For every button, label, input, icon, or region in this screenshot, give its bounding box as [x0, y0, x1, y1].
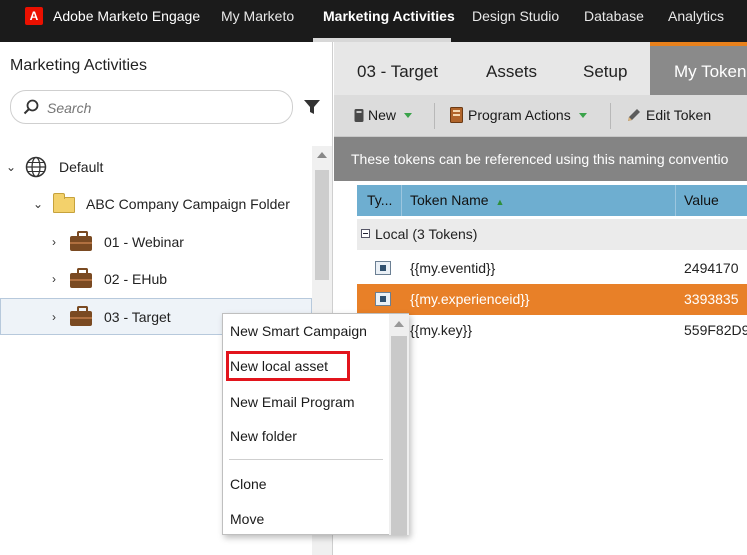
menu-item-new-email-program[interactable]: New Email Program: [230, 394, 354, 410]
dropdown-arrow-icon: [578, 112, 587, 118]
group-label: Local (3 Tokens): [375, 226, 478, 242]
column-label: Token Name: [410, 192, 489, 208]
brand[interactable]: A Adobe Marketo Engage: [25, 6, 200, 26]
tree-item-ehub[interactable]: › 02 - EHub: [0, 262, 312, 296]
collapse-group-icon[interactable]: [361, 229, 370, 238]
menu-item-new-folder[interactable]: New folder: [230, 428, 297, 444]
column-value-header[interactable]: Value: [684, 192, 719, 208]
tree-item-label: ABC Company Campaign Folder: [86, 196, 290, 212]
token-type-icon: [375, 292, 391, 306]
highlight-annotation: [226, 351, 350, 381]
chevron-down-icon[interactable]: ⌄: [6, 160, 16, 174]
tree-item-label: 02 - EHub: [104, 271, 168, 287]
chevron-down-icon[interactable]: ⌄: [33, 197, 43, 211]
edit-token-button[interactable]: Edit Token: [626, 107, 711, 123]
chevron-right-icon[interactable]: ›: [52, 272, 56, 286]
group-row-local[interactable]: Local (3 Tokens): [357, 219, 747, 250]
nav-marketing-activities[interactable]: Marketing Activities: [323, 8, 455, 24]
dropdown-arrow-icon: [404, 112, 413, 118]
column-divider: [401, 185, 402, 216]
scroll-thumb[interactable]: [391, 336, 407, 535]
pencil-icon: [628, 109, 640, 121]
program-icon: [70, 306, 92, 326]
brand-name: Adobe Marketo Engage: [53, 8, 201, 24]
info-banner: These tokens can be referenced using thi…: [334, 137, 747, 181]
column-token-name-header[interactable]: Token Name ▲: [410, 192, 504, 208]
menu-item-move[interactable]: Move: [230, 511, 264, 527]
scroll-thumb[interactable]: [315, 170, 329, 280]
token-name: {{my.experienceid}}: [410, 291, 530, 307]
tab-bar: 03 - Target Assets Setup My Token: [334, 42, 747, 95]
token-name: {{my.key}}: [410, 322, 473, 338]
tab-label: My Token: [674, 62, 747, 81]
context-menu: New Smart Campaign New local asset New E…: [222, 313, 409, 535]
nav-database[interactable]: Database: [584, 8, 644, 24]
token-value: 3393835: [684, 291, 739, 307]
tree-item-webinar[interactable]: › 01 - Webinar: [0, 225, 312, 259]
tab-setup[interactable]: Setup: [583, 62, 627, 82]
new-label: New: [368, 107, 397, 123]
menu-item-clone[interactable]: Clone: [230, 476, 267, 492]
sort-ascending-icon: ▲: [495, 197, 505, 207]
chevron-right-icon[interactable]: ›: [52, 310, 56, 324]
nav-my-marketo[interactable]: My Marketo: [221, 8, 294, 24]
nav-analytics[interactable]: Analytics: [668, 8, 724, 24]
column-divider: [675, 185, 676, 216]
tab-assets[interactable]: Assets: [486, 62, 537, 82]
scroll-up-icon[interactable]: [394, 321, 404, 327]
search-input[interactable]: [47, 98, 277, 118]
adobe-logo-icon: A: [25, 7, 43, 25]
edit-token-label: Edit Token: [646, 107, 712, 123]
column-type-header[interactable]: Ty...: [367, 192, 392, 208]
tree-item-abc-company-folder[interactable]: ⌄ ABC Company Campaign Folder: [0, 187, 312, 221]
globe-icon: [25, 156, 47, 178]
token-type-icon: [375, 261, 391, 275]
token-grid-header: Ty... Token Name ▲ Value: [357, 185, 747, 216]
toolbar-divider: [610, 103, 611, 129]
token-value: 559F82D9: [684, 322, 747, 338]
tree-item-label: 01 - Webinar: [104, 234, 184, 250]
program-icon: [70, 268, 92, 288]
menu-separator: [229, 459, 383, 460]
menu-item-new-smart-campaign[interactable]: New Smart Campaign: [230, 323, 367, 339]
program-actions-label: Program Actions: [468, 107, 571, 123]
program-actions-button[interactable]: Program Actions: [450, 107, 587, 123]
tab-program[interactable]: 03 - Target: [357, 62, 438, 82]
token-row[interactable]: {{my.key}} 559F82D9: [357, 315, 747, 346]
program-actions-icon: [450, 107, 463, 123]
filter-icon[interactable]: [303, 98, 321, 116]
tab-my-token[interactable]: My Token: [650, 42, 747, 95]
token-name: {{my.eventid}}: [410, 260, 496, 276]
token-row[interactable]: {{my.eventid}} 2494170: [357, 253, 747, 284]
token-row[interactable]: {{my.experienceid}} 3393835: [357, 284, 747, 315]
menu-scrollbar[interactable]: [389, 314, 409, 535]
new-button[interactable]: New: [354, 107, 413, 123]
search-icon: [23, 99, 39, 115]
chevron-right-icon[interactable]: ›: [52, 235, 56, 249]
panel-title: Marketing Activities: [10, 57, 147, 74]
token-value: 2494170: [684, 260, 739, 276]
toolbar-divider: [434, 103, 435, 129]
info-text: These tokens can be referenced using thi…: [351, 151, 729, 167]
scroll-up-icon[interactable]: [317, 152, 327, 158]
tree-item-default[interactable]: ⌄ Default: [0, 150, 312, 184]
new-icon: [354, 108, 364, 122]
program-icon: [70, 231, 92, 251]
toolbar: New Program Actions Edit Token: [334, 95, 747, 137]
folder-icon: [53, 193, 75, 213]
top-navigation-bar: A Adobe Marketo Engage My Marketo Market…: [0, 0, 747, 42]
nav-design-studio[interactable]: Design Studio: [472, 8, 559, 24]
tree-item-label: 03 - Target: [104, 308, 171, 325]
search-box[interactable]: [10, 90, 293, 124]
tree-item-label: Default: [59, 159, 104, 175]
